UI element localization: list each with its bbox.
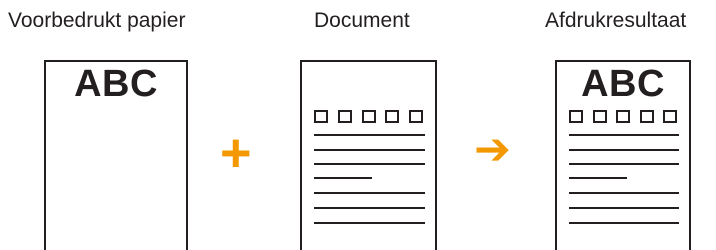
placeholder-box [385, 110, 400, 123]
result-box-row [569, 110, 677, 123]
plus-icon: + [220, 123, 252, 183]
text-line [569, 192, 679, 194]
placeholder-box [314, 110, 328, 123]
placeholder-box [569, 110, 583, 123]
text-line [314, 163, 425, 165]
text-line [569, 222, 679, 224]
text-line [314, 149, 425, 151]
placeholder-box [337, 110, 352, 123]
text-line [314, 222, 425, 224]
placeholder-box [616, 110, 630, 123]
document-sheet [300, 60, 437, 250]
text-line [569, 134, 679, 136]
preprinted-paper-sheet: ABC [44, 60, 188, 250]
result-abc-text: ABC [581, 63, 665, 105]
arrow-right-icon: ➔ [474, 125, 511, 174]
text-line [569, 149, 679, 151]
text-line [314, 177, 372, 179]
text-line [314, 192, 425, 194]
print-result-sheet: ABC [555, 60, 691, 250]
preprinted-abc-text: ABC [74, 63, 158, 105]
document-box-row [314, 110, 423, 123]
placeholder-box [361, 110, 376, 123]
text-line [314, 207, 425, 209]
text-line [569, 207, 679, 209]
placeholder-box [592, 110, 607, 123]
placeholder-box [639, 110, 654, 123]
print-result-label: Afdrukresultaat [545, 9, 687, 32]
placeholder-box [409, 110, 423, 123]
text-line [314, 134, 425, 136]
text-line [569, 177, 627, 179]
placeholder-box [663, 110, 677, 123]
preprinted-paper-label: Voorbedrukt papier [8, 9, 186, 32]
text-line [569, 163, 679, 165]
document-label: Document [314, 9, 410, 32]
